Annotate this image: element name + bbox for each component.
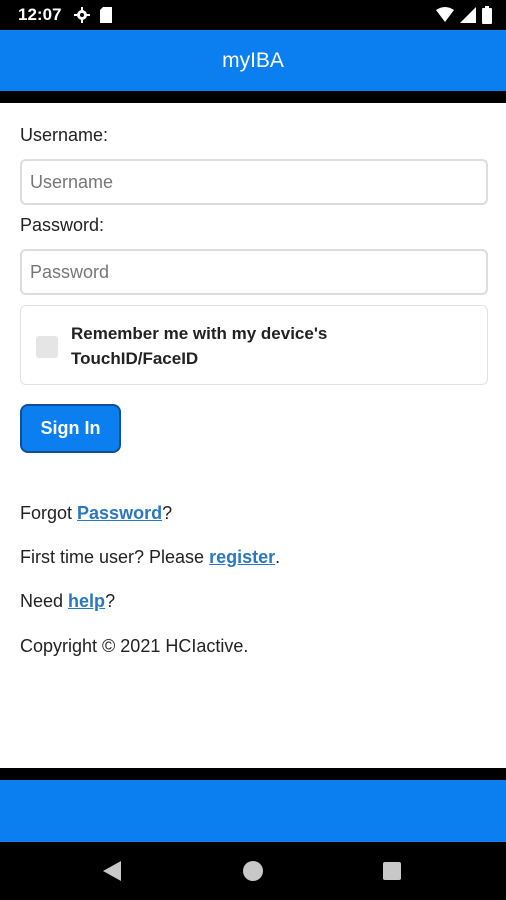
home-icon[interactable] <box>243 861 263 881</box>
register-suffix: . <box>275 547 281 567</box>
password-input[interactable] <box>20 249 488 295</box>
remember-me-panel: Remember me with my device's TouchID/Fac… <box>20 305 488 385</box>
forgot-password-link[interactable]: Password <box>77 503 162 523</box>
gear-icon <box>74 7 90 28</box>
help-link[interactable]: help <box>68 591 105 611</box>
password-label: Password: <box>20 215 105 235</box>
username-label: Username: <box>20 125 109 145</box>
help-prefix: Need <box>20 591 69 611</box>
navigation-bar <box>0 842 506 900</box>
app-header: myIBA <box>0 30 506 91</box>
help-line: Need help? <box>20 591 115 612</box>
back-icon[interactable] <box>103 861 121 881</box>
login-form: Username: Password: Remember me with my … <box>0 103 506 768</box>
wifi-icon <box>436 7 454 28</box>
forgot-password-line: Forgot Password? <box>20 503 172 524</box>
register-link[interactable]: register <box>209 547 275 567</box>
status-time: 12:07 <box>18 5 62 24</box>
copyright-text: Copyright © 2021 HCIactive. <box>20 636 249 656</box>
header-divider <box>0 91 506 103</box>
register-line: First time user? Please register. <box>20 547 280 568</box>
remember-me-checkbox[interactable] <box>36 336 58 358</box>
forgot-suffix: ? <box>162 503 173 523</box>
recents-icon[interactable] <box>383 862 401 880</box>
footer-divider <box>0 768 506 780</box>
sd-card-icon <box>100 7 112 28</box>
register-prefix: First time user? Please <box>20 547 210 567</box>
signal-icon <box>460 7 476 28</box>
sign-in-button[interactable]: Sign In <box>20 404 121 453</box>
help-suffix: ? <box>105 591 116 611</box>
page-title: myIBA <box>222 48 284 72</box>
status-right-icons <box>436 6 492 29</box>
status-left-icons <box>74 7 112 28</box>
app-footer <box>0 780 506 842</box>
username-input[interactable] <box>20 159 488 205</box>
battery-icon <box>482 6 492 29</box>
forgot-prefix: Forgot <box>20 503 78 523</box>
status-bar: 12:07 <box>0 0 506 30</box>
remember-me-label[interactable]: Remember me with my device's TouchID/Fac… <box>71 321 391 371</box>
